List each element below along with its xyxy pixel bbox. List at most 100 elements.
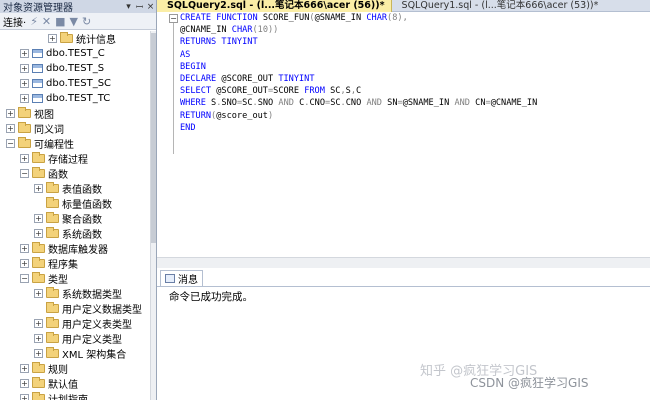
collapse-icon[interactable]: − (20, 169, 29, 178)
editor-horizontal-scrollbar[interactable] (157, 257, 650, 268)
code-token: @SCORE_OUT (211, 86, 268, 97)
code-token: C (356, 86, 362, 97)
tree-node[interactable]: + XML 架构集合 (0, 346, 150, 361)
expand-icon[interactable]: + (34, 184, 43, 193)
tree-node[interactable]: + 存储过程 (0, 151, 150, 166)
tree-node[interactable]: − 函数 (0, 166, 150, 181)
expand-icon[interactable]: + (20, 79, 29, 88)
tree-node[interactable]: + 视图 (0, 106, 150, 121)
code-line[interactable]: END (180, 122, 537, 134)
tree-node-label: 聚合函数 (62, 215, 102, 226)
expand-icon[interactable]: + (20, 259, 29, 268)
query-editor[interactable]: − CREATE FUNCTION SCORE_FUN(@SNAME_IN CH… (157, 12, 650, 267)
close-icon[interactable]: × (145, 2, 156, 12)
code-line[interactable]: RETURN(@score_out) (180, 110, 537, 122)
expand-icon[interactable]: + (34, 319, 43, 328)
explorer-scrollbar[interactable] (150, 31, 156, 400)
tree-node[interactable]: + 数据库触发器 (0, 241, 150, 256)
tree-node[interactable]: 用户定义数据类型 (0, 301, 150, 316)
folder-icon (46, 347, 59, 358)
tree-node[interactable]: + 规则 (0, 361, 150, 376)
code-token: SELECT (180, 86, 212, 97)
tree-node[interactable]: + 用户定义类型 (0, 331, 150, 346)
code-line[interactable]: CREATE FUNCTION SCORE_FUN(@SNAME_IN CHAR… (180, 12, 537, 24)
tree-node-label: 可编程性 (34, 140, 74, 151)
tree-node[interactable]: + 表值函数 (0, 181, 150, 196)
tree-node[interactable]: − 可编程性 (0, 136, 150, 151)
tree-node[interactable]: + 计划指南 (0, 391, 150, 400)
disconnect-icon[interactable]: ✕ (42, 15, 51, 28)
folder-icon (32, 167, 45, 178)
tree-node[interactable]: − 类型 (0, 271, 150, 286)
code-token: @SNAME_IN (402, 98, 455, 109)
tree-node[interactable]: + 用户定义表类型 (0, 316, 150, 331)
code-line[interactable]: SELECT @SCORE_OUT=SCORE FROM SC,S,C (180, 85, 537, 97)
tree-node[interactable]: + dbo.TEST_C (0, 46, 150, 61)
expand-icon[interactable]: + (48, 34, 57, 43)
tree-node[interactable]: + 默认值 (0, 376, 150, 391)
connect-icon[interactable]: ⚡ (30, 15, 38, 28)
tree-node-label: 视图 (34, 110, 54, 121)
pin-icon[interactable]: ▾ (123, 2, 134, 12)
expand-icon[interactable]: + (34, 229, 43, 238)
expand-icon[interactable]: + (34, 214, 43, 223)
collapse-icon[interactable]: − (20, 274, 29, 283)
expand-icon[interactable]: + (34, 334, 43, 343)
table-icon (32, 49, 43, 58)
expand-icon[interactable]: + (34, 289, 43, 298)
tree-node[interactable]: + 统计信息 (0, 31, 150, 46)
code-token: SNO (257, 98, 279, 109)
tree-node[interactable]: + 聚合函数 (0, 211, 150, 226)
expand-icon[interactable]: + (6, 124, 15, 133)
expand-icon[interactable]: + (20, 49, 29, 58)
code-line[interactable]: RETURNS TINYINT (180, 36, 537, 48)
refresh-icon[interactable]: ↻ (82, 15, 91, 28)
expand-icon[interactable]: + (34, 349, 43, 358)
collapse-icon[interactable]: − (6, 139, 15, 148)
code-line[interactable]: BEGIN (180, 61, 537, 73)
tree-node-label: 用户定义表类型 (62, 320, 132, 331)
tab-sqlquery2[interactable]: SQLQuery2.sql - (l...笔记本666\acer (56))* (157, 0, 392, 12)
code-token: (8), (387, 13, 408, 23)
collapse-icon[interactable]: − (169, 14, 178, 23)
tree-node[interactable]: + dbo.TEST_S (0, 61, 150, 76)
filter-icon[interactable]: ▼ (70, 15, 78, 28)
tree-node[interactable]: + 系统函数 (0, 226, 150, 241)
code-token: FUNCTION (216, 13, 258, 23)
code-token: WHERE (180, 98, 206, 109)
expand-icon[interactable]: + (20, 394, 29, 400)
tree-node-label: dbo.TEST_TC (46, 93, 111, 104)
tree-node[interactable]: + dbo.TEST_TC (0, 91, 150, 106)
code-token: @SCORE_OUT (216, 74, 279, 85)
code-token: S (205, 98, 217, 109)
expand-icon[interactable]: + (20, 94, 29, 103)
tree-node[interactable]: + 程序集 (0, 256, 150, 271)
tree-node[interactable]: 标量值函数 (0, 196, 150, 211)
expand-icon[interactable]: + (20, 154, 29, 163)
expand-icon[interactable]: + (20, 244, 29, 253)
code-token: AND (366, 98, 382, 109)
code-line[interactable]: WHERE S.SNO=SC.SNO AND C.CNO=SC.CNO AND … (180, 97, 537, 109)
watermark-csdn: CSDN @疯狂学习GIS (470, 376, 589, 390)
tree-node[interactable]: + 同义词 (0, 121, 150, 136)
connect-button[interactable]: 连接· (3, 14, 26, 29)
tree-node[interactable]: + 系统数据类型 (0, 286, 150, 301)
code-token: SN (381, 98, 398, 109)
code-line[interactable]: DECLARE @SCORE_OUT TINYINT (180, 73, 537, 85)
code-line[interactable]: @CNAME_IN CHAR(10)) (180, 24, 537, 36)
folder-icon (60, 32, 73, 43)
expand-icon[interactable]: + (20, 364, 29, 373)
tree-node-label: 数据库触发器 (48, 245, 108, 256)
stop-icon[interactable]: ■ (55, 15, 65, 28)
autohide-icon[interactable]: ꟷ (134, 0, 145, 13)
sql-code[interactable]: CREATE FUNCTION SCORE_FUN(@SNAME_IN CHAR… (180, 12, 537, 134)
tab-messages[interactable]: 消息 (160, 270, 203, 286)
expand-icon[interactable]: + (6, 109, 15, 118)
expand-icon[interactable]: + (20, 64, 29, 73)
tab-sqlquery1[interactable]: SQLQuery1.sql - (l...笔记本666\acer (53))* (392, 0, 605, 12)
expand-icon[interactable]: + (20, 379, 29, 388)
tree-node-label: 存储过程 (48, 155, 88, 166)
code-line[interactable]: AS (180, 49, 537, 61)
code-token: CN (469, 98, 486, 109)
tree-node[interactable]: + dbo.TEST_SC (0, 76, 150, 91)
